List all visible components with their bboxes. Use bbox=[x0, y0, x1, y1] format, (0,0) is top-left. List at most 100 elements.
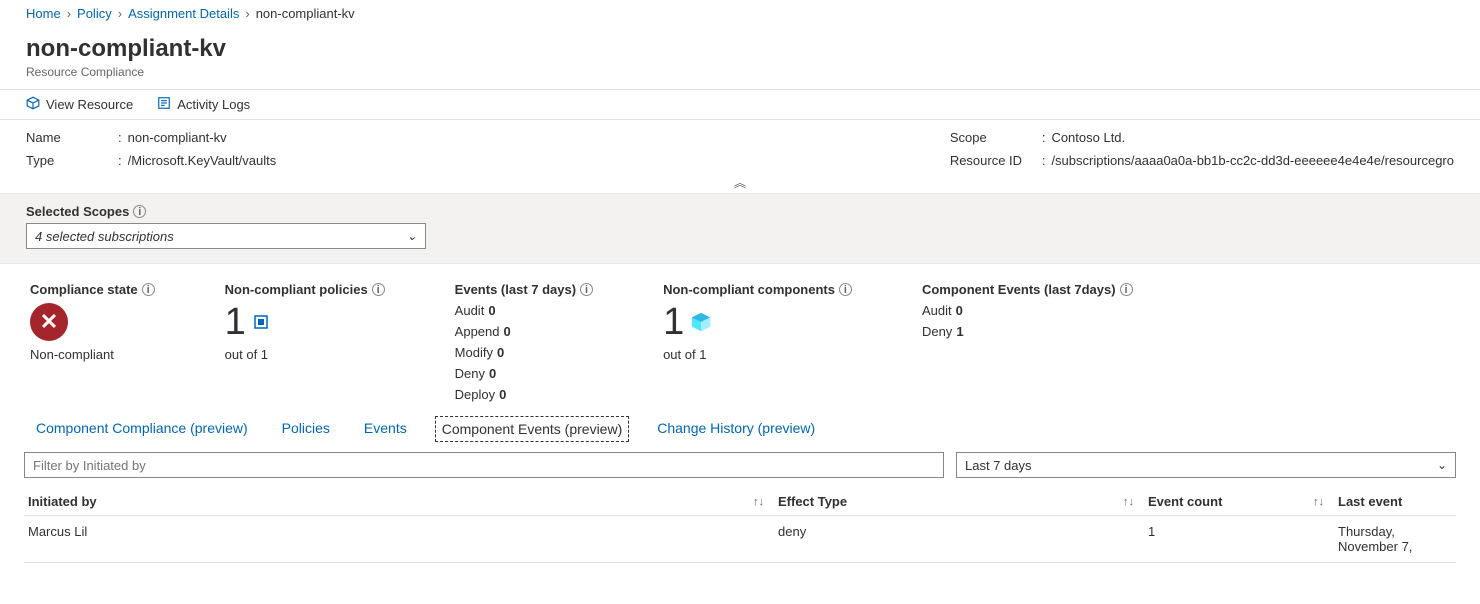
noncompliant-icon: ✕ bbox=[30, 303, 68, 341]
log-icon bbox=[157, 96, 171, 113]
component-events-metric: Component Events (last 7days) i Audit 0 D… bbox=[922, 282, 1133, 402]
type-label: Type bbox=[26, 153, 112, 168]
cevent-audit-label: Audit bbox=[922, 303, 952, 318]
chevron-down-icon: ⌄ bbox=[1437, 458, 1447, 472]
events-table: Initiated by ↑↓ Effect Type ↑↓ Event count… bbox=[0, 488, 1480, 563]
event-audit-label: Audit bbox=[455, 303, 485, 318]
info-icon[interactable]: i bbox=[839, 283, 852, 296]
event-append-label: Append bbox=[455, 324, 500, 339]
view-resource-button[interactable]: View Resource bbox=[26, 96, 133, 113]
selected-scopes-label: Selected Scopes bbox=[26, 204, 129, 219]
activity-logs-button[interactable]: Activity Logs bbox=[157, 96, 250, 113]
info-icon[interactable]: i bbox=[133, 205, 146, 218]
col-event-count[interactable]: Event count ↑↓ bbox=[1144, 488, 1334, 515]
cube-icon bbox=[26, 96, 40, 113]
event-modify-label: Modify bbox=[455, 345, 493, 360]
breadcrumb-home[interactable]: Home bbox=[26, 6, 61, 21]
date-range-dropdown[interactable]: Last 7 days ⌄ bbox=[956, 452, 1456, 478]
event-audit-value: 0 bbox=[488, 303, 495, 318]
tab-change-history[interactable]: Change History (preview) bbox=[651, 416, 821, 442]
tab-component-events[interactable]: Component Events (preview) bbox=[435, 416, 630, 442]
breadcrumb-policy[interactable]: Policy bbox=[77, 6, 112, 21]
scope-value: Contoso Ltd. bbox=[1051, 130, 1125, 145]
sort-icon: ↑↓ bbox=[753, 496, 770, 508]
col-initiated-by-label: Initiated by bbox=[28, 494, 97, 509]
cell-event-count: 1 bbox=[1144, 516, 1334, 562]
metrics-row: Compliance state i ✕ Non-compliant Non-c… bbox=[0, 264, 1480, 414]
toolbar: View Resource Activity Logs bbox=[0, 89, 1480, 120]
type-value: /Microsoft.KeyVault/vaults bbox=[128, 153, 277, 168]
cevent-audit-value: 0 bbox=[956, 303, 963, 318]
noncompliant-components-title: Non-compliant components bbox=[663, 282, 835, 297]
chevron-right-icon: › bbox=[67, 6, 71, 21]
tab-events[interactable]: Events bbox=[358, 416, 413, 442]
info-icon[interactable]: i bbox=[372, 283, 385, 296]
col-effect-type-label: Effect Type bbox=[778, 494, 847, 509]
tabs: Component Compliance (preview) Policies … bbox=[0, 414, 1480, 452]
breadcrumb-current: non-compliant-kv bbox=[256, 6, 355, 21]
events-title: Events (last 7 days) bbox=[455, 282, 576, 297]
name-label: Name bbox=[26, 130, 112, 145]
page-title: non-compliant-kv bbox=[26, 35, 1454, 63]
event-append-value: 0 bbox=[504, 324, 511, 339]
component-cube-icon bbox=[690, 311, 712, 333]
chevron-up-icon: ︽ bbox=[734, 176, 746, 190]
selected-scopes-section: Selected Scopes i 4 selected subscriptio… bbox=[0, 193, 1480, 264]
event-deny-label: Deny bbox=[455, 366, 485, 381]
scope-label: Scope bbox=[950, 130, 1036, 145]
sort-icon: ↑↓ bbox=[1313, 496, 1330, 508]
cevent-deny-value: 1 bbox=[956, 324, 963, 339]
col-event-count-label: Event count bbox=[1148, 494, 1222, 509]
filter-row: Last 7 days ⌄ bbox=[0, 452, 1480, 488]
scope-dropdown-value: 4 selected subscriptions bbox=[35, 229, 174, 244]
scope-dropdown[interactable]: 4 selected subscriptions ⌄ bbox=[26, 223, 426, 249]
noncompliant-policies-value: 1 bbox=[225, 303, 246, 341]
policy-icon bbox=[252, 313, 270, 331]
sort-icon: ↑↓ bbox=[1123, 496, 1140, 508]
view-resource-label: View Resource bbox=[46, 97, 133, 112]
compliance-state-title: Compliance state bbox=[30, 282, 138, 297]
resourceid-label: Resource ID bbox=[950, 153, 1036, 168]
noncompliant-components-metric: Non-compliant components i 1 out of 1 bbox=[663, 282, 852, 402]
tab-component-compliance[interactable]: Component Compliance (preview) bbox=[30, 416, 254, 442]
noncompliant-policies-metric: Non-compliant policies i 1 out of 1 bbox=[225, 282, 385, 402]
event-deploy-label: Deploy bbox=[455, 387, 495, 402]
event-deploy-value: 0 bbox=[499, 387, 506, 402]
breadcrumb: Home › Policy › Assignment Details › non… bbox=[0, 0, 1480, 27]
col-last-event[interactable]: Last event bbox=[1334, 488, 1456, 515]
compliance-state-metric: Compliance state i ✕ Non-compliant bbox=[30, 282, 155, 402]
info-icon[interactable]: i bbox=[580, 283, 593, 296]
filter-initiated-by-input[interactable] bbox=[24, 452, 944, 478]
noncompliant-policies-sub: out of 1 bbox=[225, 347, 385, 362]
event-deny-value: 0 bbox=[489, 366, 496, 381]
info-icon[interactable]: i bbox=[142, 283, 155, 296]
chevron-right-icon: › bbox=[118, 6, 122, 21]
date-range-value: Last 7 days bbox=[965, 458, 1032, 473]
noncompliant-components-value: 1 bbox=[663, 303, 684, 341]
noncompliant-policies-title: Non-compliant policies bbox=[225, 282, 368, 297]
col-initiated-by[interactable]: Initiated by ↑↓ bbox=[24, 488, 774, 515]
name-value: non-compliant-kv bbox=[128, 130, 227, 145]
cell-initiated-by: Marcus Lil bbox=[24, 516, 774, 562]
resourceid-value: /subscriptions/aaaa0a0a-bb1b-cc2c-dd3d-e… bbox=[1051, 153, 1454, 168]
noncompliant-components-sub: out of 1 bbox=[663, 347, 852, 362]
activity-logs-label: Activity Logs bbox=[177, 97, 250, 112]
table-row[interactable]: Marcus Lil deny 1 Thursday, November 7, bbox=[24, 516, 1456, 563]
col-last-event-label: Last event bbox=[1338, 494, 1402, 509]
event-modify-value: 0 bbox=[497, 345, 504, 360]
properties: Name : non-compliant-kv Type : /Microsof… bbox=[0, 120, 1480, 172]
cevent-deny-label: Deny bbox=[922, 324, 952, 339]
tab-policies[interactable]: Policies bbox=[276, 416, 336, 442]
chevron-right-icon: › bbox=[245, 6, 249, 21]
component-events-title: Component Events (last 7days) bbox=[922, 282, 1116, 297]
chevron-down-icon: ⌄ bbox=[407, 229, 417, 243]
col-effect-type[interactable]: Effect Type ↑↓ bbox=[774, 488, 1144, 515]
cell-effect-type: deny bbox=[774, 516, 1144, 562]
page-subtitle: Resource Compliance bbox=[0, 63, 1480, 89]
collapse-toggle[interactable]: ︽ bbox=[0, 172, 1480, 193]
events-metric: Events (last 7 days) i Audit0 Append0 Mo… bbox=[455, 282, 593, 402]
info-icon[interactable]: i bbox=[1120, 283, 1133, 296]
breadcrumb-assignment-details[interactable]: Assignment Details bbox=[128, 6, 239, 21]
cell-last-event: Thursday, November 7, bbox=[1334, 516, 1456, 562]
compliance-state-value: Non-compliant bbox=[30, 347, 155, 362]
